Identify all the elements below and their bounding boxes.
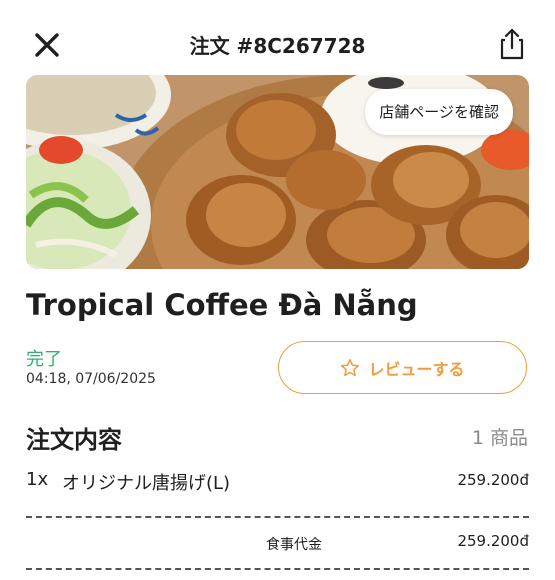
order-details-title: 注文内容 — [26, 426, 122, 454]
food-cost-value: 259.200đ — [457, 532, 529, 550]
store-banner-image[interactable]: 店舗ページを確認 — [26, 75, 529, 269]
order-status: 完了 — [26, 349, 62, 370]
order-item-row: 1x オリジナル唐揚げ(L) 259.200đ — [26, 467, 529, 494]
share-icon — [500, 28, 524, 60]
share-button[interactable] — [495, 26, 529, 62]
star-outline-icon — [341, 358, 360, 376]
food-cost-label: 食事代金 — [266, 537, 322, 553]
store-name: Tropical Coffee Đà Nẵng — [26, 288, 418, 322]
item-price: 259.200đ — [457, 471, 529, 489]
dashed-divider-bottom — [26, 568, 529, 570]
item-quantity: 1x — [26, 469, 49, 490]
item-name: オリジナル唐揚げ(L) — [62, 473, 231, 494]
store-page-button[interactable]: 店舗ページを確認 — [365, 89, 513, 135]
review-button-label: レビューする — [368, 359, 465, 379]
item-count: 1 商品 — [471, 427, 528, 449]
page-title: 注文 #8C267728 — [189, 34, 366, 58]
dashed-divider — [26, 516, 529, 518]
order-timestamp: 04:18, 07/06/2025 — [26, 371, 156, 387]
review-button[interactable]: レビューする — [278, 341, 527, 394]
